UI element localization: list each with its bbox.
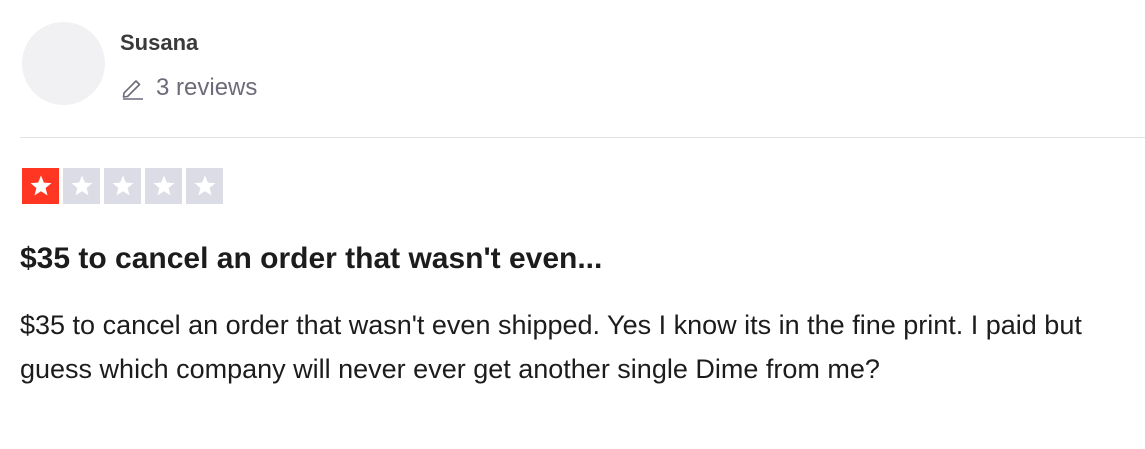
star-empty	[63, 168, 100, 204]
reviewer-header: Susana 3 reviews	[22, 22, 257, 105]
review-title[interactable]: $35 to cancel an order that wasn't even.…	[20, 239, 602, 279]
star-filled	[22, 168, 59, 204]
review-body: $35 to cancel an order that wasn't even …	[20, 310, 1082, 384]
review-count-label: 3 reviews	[156, 74, 258, 101]
star-icon	[112, 175, 133, 196]
star-empty	[145, 168, 182, 204]
star-empty	[104, 168, 141, 204]
star-icon	[71, 175, 92, 196]
avatar[interactable]	[22, 22, 105, 105]
reviewer-name[interactable]: Susana	[120, 30, 257, 56]
reviewer-info: Susana 3 reviews	[120, 30, 257, 102]
star-icon	[194, 175, 215, 196]
star-icon	[153, 175, 174, 196]
divider	[20, 137, 1145, 138]
star-icon	[30, 175, 51, 196]
reviewer-review-count: 3 reviews	[120, 74, 257, 102]
pencil-icon	[120, 76, 146, 100]
star-rating	[22, 168, 223, 204]
star-empty	[186, 168, 223, 204]
